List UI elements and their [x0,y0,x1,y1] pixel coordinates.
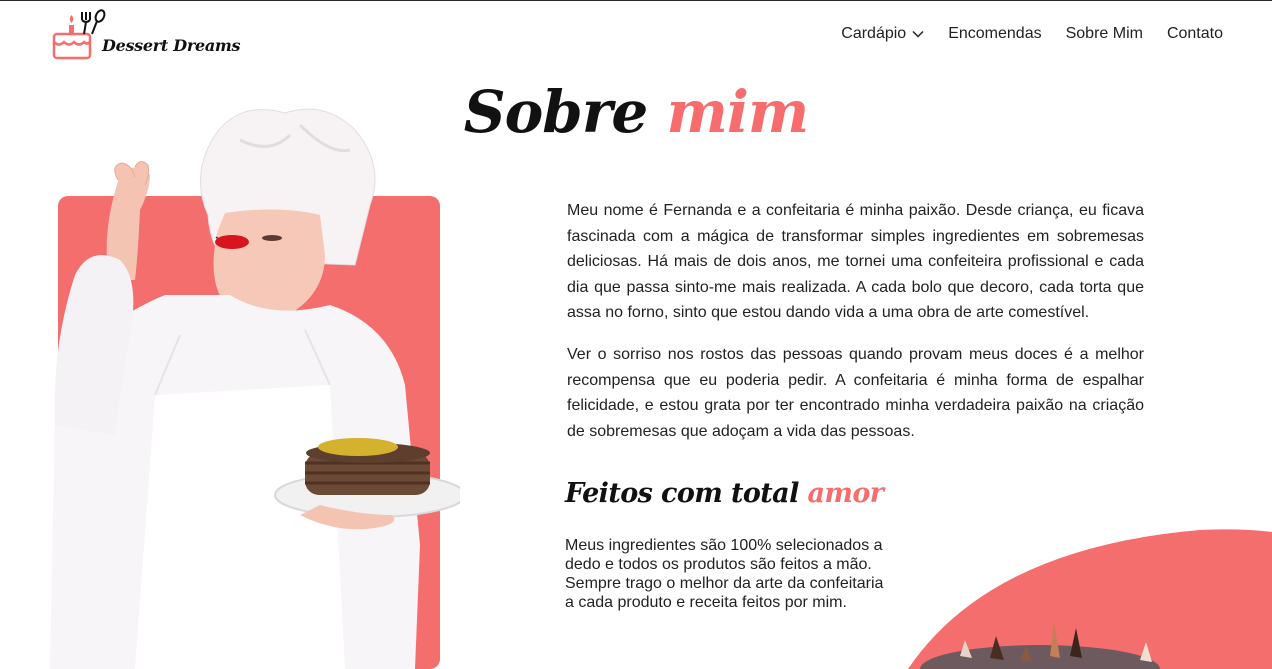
brand-logo[interactable]: Dessert Dreams [52,8,252,60]
decorative-circle [908,529,1272,669]
feature-title: Feitos com total amor [565,478,885,509]
chef-photo [50,108,460,669]
feature-title-accent: amor [807,478,885,509]
chevron-down-icon [912,30,924,38]
nav-item-label: Cardápio [841,25,907,42]
nav-item-cardapio[interactable]: Cardápio [841,25,924,43]
top-border [0,0,1272,1]
main-nav: Cardápio Encomendas Sobre Mim Contato [841,25,1223,43]
feature-title-main: Feitos com total [565,478,808,509]
page-title-main: Sobre [463,78,667,146]
about-paragraph-2: Ver o sorriso nos rostos das pessoas qua… [567,346,1144,440]
about-paragraph-1: Meu nome é Fernanda e a confeitaria é mi… [567,202,1144,321]
brand-name: Dessert Dreams [102,36,241,55]
page-title-accent: mim [666,78,810,146]
nav-item-encomendas[interactable]: Encomendas [948,25,1041,43]
nav-item-sobre-mim[interactable]: Sobre Mim [1066,25,1143,43]
nav-item-contato[interactable]: Contato [1167,25,1223,43]
nav-item-label: Sobre Mim [1065,25,1143,42]
feature-text: Meus ingredientes são 100% selecionados … [565,537,884,611]
nav-item-label: Contato [1166,25,1223,42]
nav-item-label: Encomendas [948,25,1042,42]
